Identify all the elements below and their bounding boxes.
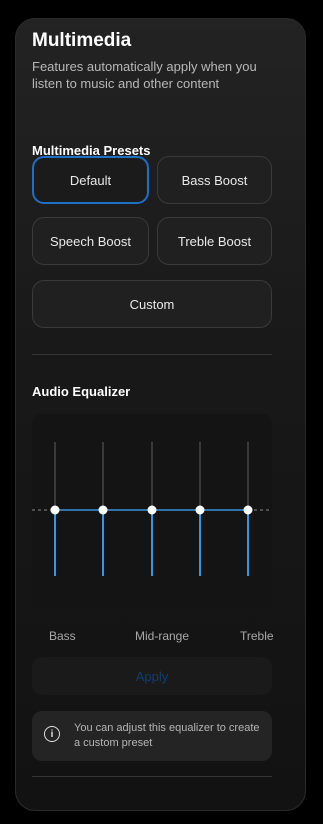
page-title: Multimedia [32,30,132,51]
preset-treble-boost-button[interactable]: Treble Boost [157,217,272,265]
bottom-divider [32,776,272,777]
page-subtitle: Features automatically apply when you li… [32,59,257,91]
band-label-bass: Bass [49,629,76,643]
preset-default-button[interactable]: Default [32,156,149,204]
band-label-treble: Treble [240,629,274,643]
info-note: i You can adjust this equalizer to creat… [32,711,272,761]
audio-equalizer [32,414,272,610]
info-icon: i [44,726,60,742]
preset-bass-boost-button[interactable]: Bass Boost [157,156,272,204]
equalizer-band-handle[interactable] [98,505,108,515]
equalizer-band-handle[interactable] [195,505,205,515]
band-label-mid-range: Mid-range [135,629,190,643]
section-divider [32,354,272,355]
preset-custom-button[interactable]: Custom [32,280,272,328]
equalizer-heading: Audio Equalizer [32,384,131,399]
equalizer-graph [32,442,272,576]
info-text: You can adjust this equalizer to create … [74,722,260,749]
equalizer-band-handle[interactable] [50,505,60,515]
apply-button[interactable]: Apply [32,657,272,695]
preset-speech-boost-button[interactable]: Speech Boost [32,217,149,265]
equalizer-band-handle[interactable] [147,505,157,515]
equalizer-band-handle[interactable] [243,505,253,515]
